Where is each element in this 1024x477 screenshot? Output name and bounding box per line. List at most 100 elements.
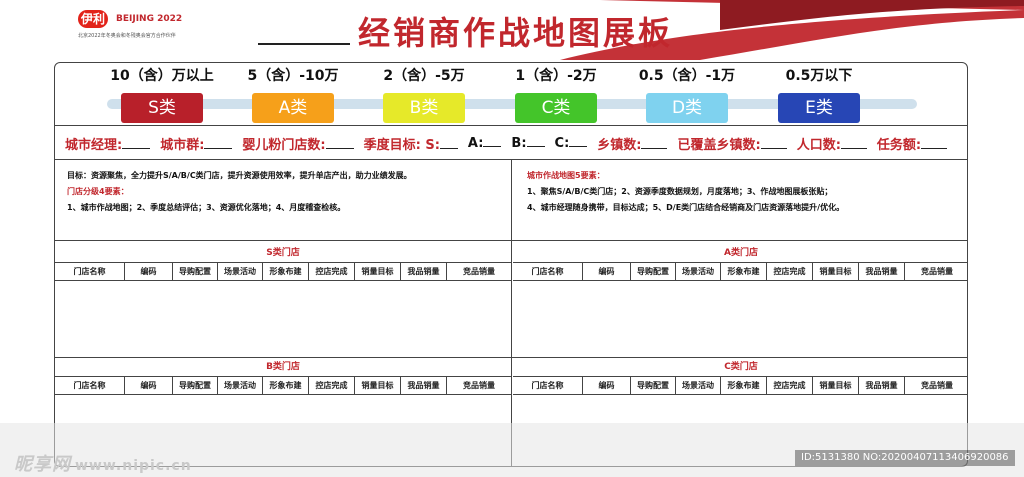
tier-range: 5（含）-10万 — [247, 68, 339, 84]
info-field-quarter-s[interactable]: 季度目标: S: — [364, 134, 458, 153]
info-blank — [325, 136, 354, 149]
info-label: 任务额: — [876, 138, 922, 153]
col-our-sales: 我品销量 — [401, 263, 447, 280]
info-blank — [526, 134, 545, 147]
column-divider — [511, 159, 512, 466]
col-image: 形象布建 — [263, 377, 309, 394]
info-label: 城市经理: — [65, 138, 123, 153]
col-code: 编码 — [125, 377, 173, 394]
col-image: 形象布建 — [721, 263, 767, 280]
info-label: 季度目标: S: — [363, 138, 440, 153]
tier-range: 0.5万以下 — [785, 68, 853, 84]
watermark-url: www.nipic.cn — [75, 458, 192, 474]
tier-range: 1（含）-2万 — [515, 68, 597, 84]
info-blank — [641, 136, 668, 149]
page-title: 经销商作战地图展板 — [358, 14, 674, 52]
tier-range: 0.5（含）-1万 — [638, 68, 736, 84]
tier-scale: 10（含）万以上 S类 5（含）-10万 A类 2（含）-5万 B类 1（含）-… — [55, 63, 967, 125]
info-blank — [439, 136, 458, 149]
info-field-city-manager[interactable]: 城市经理: — [65, 134, 151, 153]
col-code: 编码 — [583, 377, 631, 394]
col-control: 控店完成 — [309, 263, 355, 280]
col-our-sales: 我品销量 — [401, 377, 447, 394]
olympic-logo: BEIJING 2022 — [116, 14, 183, 24]
tier-range: 2（含）-5万 — [383, 68, 465, 84]
goal-body: 1、城市作战地图；2、季度总结评估；3、资源优化落地；4、月度稽查检核。 — [67, 203, 346, 212]
tier-b: 2（含）-5万 B类 — [364, 67, 484, 123]
goal-body: 4、城市经理随身携带，目标达成；5、D/E类门店结合经销商及门店资源落地提升/优… — [527, 203, 845, 212]
col-competitor-sales: 竞品销量 — [921, 267, 953, 276]
info-label: A: — [467, 136, 484, 151]
col-control: 控店完成 — [309, 377, 355, 394]
col-our-sales: 我品销量 — [859, 377, 905, 394]
info-blank — [122, 136, 151, 149]
info-field-population[interactable]: 人口数: — [797, 134, 867, 153]
info-blank — [569, 134, 588, 147]
info-field-task-amount[interactable]: 任务额: — [876, 134, 948, 153]
col-scene: 场景活动 — [218, 263, 263, 280]
section-s-stores: S类门店 门店名称 编码 导购配置 场景活动 形象布建 控店完成 销量目标 我品… — [55, 244, 511, 281]
table-header: 门店名称 编码 导购配置 场景活动 形象布建 控店完成 销量目标 我品销量 竞品… — [513, 377, 967, 395]
info-label: 城市群: — [160, 138, 205, 153]
right-goals: 城市作战地图5要素： 1、聚焦S/A/B/C类门店；2、资源季度数据规划，月度落… — [527, 160, 959, 240]
goal-body: 1、聚焦S/A/B/C类门店；2、资源季度数据规划，月度落地；3、作战地图展板张… — [527, 187, 833, 196]
tier-chip: A类 — [252, 93, 334, 123]
info-blank — [840, 136, 867, 149]
col-code: 编码 — [125, 263, 173, 280]
brand-logo: 伊利 BEIJING 2022 — [78, 10, 182, 28]
tier-range: 10（含）万以上 — [110, 68, 214, 84]
tier-chip: B类 — [383, 93, 465, 123]
title-blank-line — [258, 18, 350, 45]
divider — [55, 125, 967, 126]
col-scene: 场景活动 — [676, 263, 721, 280]
col-target: 销量目标 — [355, 377, 401, 394]
info-field-towns[interactable]: 乡镇数: — [597, 134, 668, 153]
divider — [55, 240, 967, 241]
info-field-covered-towns[interactable]: 已覆盖乡镇数: — [677, 134, 787, 153]
col-guide: 导购配置 — [631, 377, 676, 394]
yili-logo: 伊利 — [78, 10, 108, 28]
col-scene: 场景活动 — [676, 377, 721, 394]
col-guide: 导购配置 — [173, 377, 218, 394]
info-field-store-count[interactable]: 婴儿粉门店数: — [242, 134, 354, 153]
section-title: A类门店 — [513, 244, 967, 263]
info-field-quarter-a[interactable]: A: — [468, 134, 502, 153]
table-header: 门店名称 编码 导购配置 场景活动 形象布建 控店完成 销量目标 我品销量 竞品… — [55, 263, 511, 281]
info-label: B: — [511, 136, 527, 151]
info-blank — [483, 134, 502, 147]
col-target: 销量目标 — [813, 263, 859, 280]
info-field-quarter-c[interactable]: C: — [555, 134, 588, 153]
city-info-row: 城市经理: 城市群: 婴儿粉门店数: 季度目标: S: A: B: C: 乡镇数… — [65, 134, 959, 153]
watermark-brand: 昵享网 — [14, 454, 71, 475]
tier-chip: D类 — [646, 93, 728, 123]
info-label: 人口数: — [796, 138, 841, 153]
info-field-city-group[interactable]: 城市群: — [160, 134, 233, 153]
section-title: C类门店 — [513, 358, 967, 377]
tier-e: 0.5万以下 E类 — [759, 67, 879, 123]
logo-subtext: 北京2022年冬奥会和冬残奥会官方合作伙伴 — [78, 33, 176, 39]
section-title: B类门店 — [55, 358, 511, 377]
info-label: 乡镇数: — [597, 138, 642, 153]
col-control: 控店完成 — [767, 263, 813, 280]
info-label: C: — [554, 136, 570, 151]
info-field-quarter-b[interactable]: B: — [511, 134, 545, 153]
col-target: 销量目标 — [355, 263, 401, 280]
col-target: 销量目标 — [813, 377, 859, 394]
goal-line: 目标：资源聚焦，全力提升S/A/B/C类门店，提升资源使用效率，提升单店产出，助… — [67, 171, 412, 180]
tier-chip: S类 — [121, 93, 203, 123]
goal-heading: 门店分级4要素： — [67, 187, 129, 196]
col-store-name: 门店名称 — [513, 263, 583, 280]
image-id-stamp: ID:5131380 NO:20200407113406920086 — [795, 450, 1015, 466]
col-our-sales: 我品销量 — [859, 263, 905, 280]
col-code: 编码 — [583, 263, 631, 280]
col-competitor-sales: 竞品销量 — [463, 381, 495, 390]
goal-heading: 城市作战地图5要素： — [527, 171, 605, 180]
col-competitor-sales: 竞品销量 — [463, 267, 495, 276]
table-header: 门店名称 编码 导购配置 场景活动 形象布建 控店完成 销量目标 我品销量 竞品… — [513, 263, 967, 281]
tier-s: 10（含）万以上 S类 — [102, 67, 222, 123]
col-guide: 导购配置 — [173, 263, 218, 280]
col-image: 形象布建 — [721, 377, 767, 394]
tier-a: 5（含）-10万 A类 — [233, 67, 353, 123]
info-blank — [760, 136, 787, 149]
info-blank — [921, 136, 948, 149]
